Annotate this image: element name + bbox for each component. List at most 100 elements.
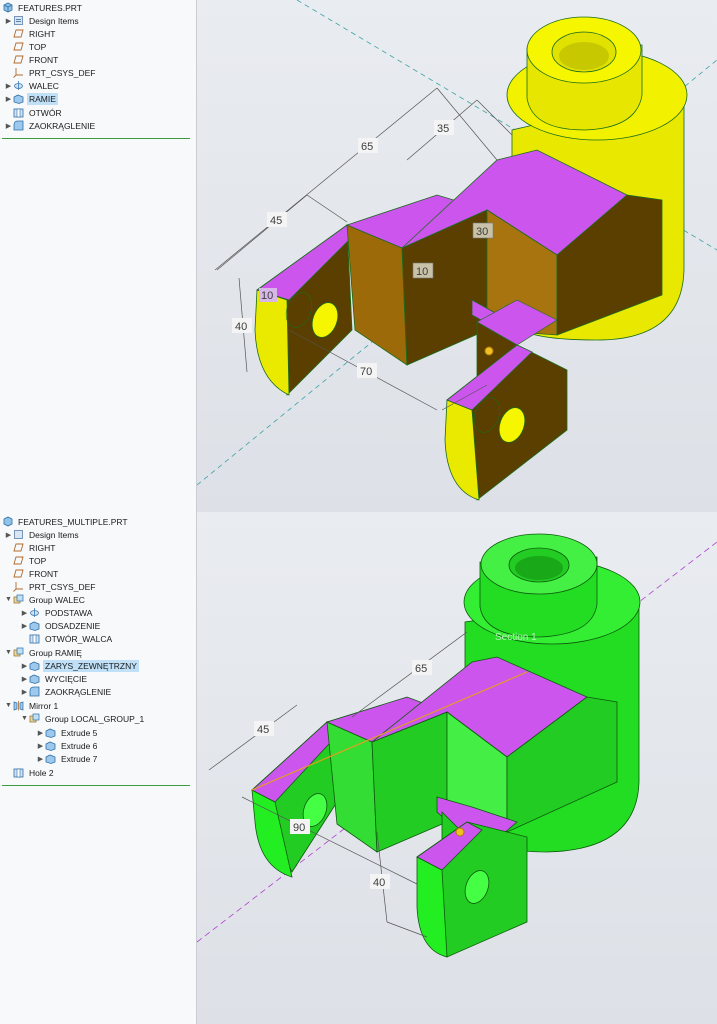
expand-arrow-icon[interactable]: ▶: [4, 119, 13, 132]
expand-arrow-icon[interactable]: ▶: [20, 606, 29, 619]
tree-item-top[interactable]: TOP: [13, 554, 48, 567]
tree-item-prt-csys-def[interactable]: PRT_CSYS_DEF: [13, 66, 97, 79]
tree-label: Extrude 7: [61, 753, 98, 764]
tree-root-features-prt[interactable]: FEATURES.PRT: [2, 1, 84, 14]
expand-arrow-icon[interactable]: ▶: [20, 672, 29, 685]
tree-label: PRT_CSYS_DEF: [29, 581, 96, 592]
dim-70[interactable]: 70: [357, 363, 377, 378]
revolve-icon: [13, 80, 24, 91]
tree-label: RIGHT: [29, 542, 56, 553]
extrude-icon: [13, 93, 24, 104]
tree-item-wyciecie[interactable]: ▶ WYCIĘCIE: [20, 672, 89, 685]
design-items-icon: [13, 529, 24, 540]
extrude-icon: [29, 620, 40, 631]
tree-label: FRONT: [29, 568, 59, 579]
expand-arrow-icon[interactable]: ▶: [36, 739, 45, 752]
svg-text:35: 35: [437, 123, 449, 135]
tree-label: RIGHT: [29, 28, 56, 39]
dim-40[interactable]: 40: [370, 874, 390, 889]
collapse-arrow-icon[interactable]: ▼: [20, 712, 29, 725]
tree-item-otwor-walca[interactable]: OTWÓR_WALCA: [29, 632, 114, 645]
expand-arrow-icon[interactable]: ▶: [20, 659, 29, 672]
dim-40[interactable]: 40: [232, 318, 252, 333]
dim-90[interactable]: 90: [290, 819, 310, 834]
tree-label: Extrude 5: [61, 727, 98, 738]
tree-item-hole-2[interactable]: Hole 2: [13, 766, 56, 779]
expand-arrow-icon[interactable]: ▶: [4, 92, 13, 105]
model-tree-top: FEATURES.PRT ▶ Design Items RIGHT TOP FR…: [0, 0, 197, 512]
tree-label: Group WALEC: [29, 594, 85, 605]
datum-plane-icon: [13, 542, 24, 553]
tree-item-group-ramie[interactable]: ▼ Group RAMIĘ: [4, 646, 84, 659]
tree-label: Group RAMIĘ: [29, 647, 82, 658]
dim-65[interactable]: 65: [358, 138, 378, 153]
model-tree-bottom: FEATURES_MULTIPLE.PRT ▶ Design Items RIG…: [0, 512, 197, 1024]
extrude-icon: [29, 660, 40, 671]
tree-insert-marker[interactable]: [2, 785, 190, 786]
tree-item-prt-csys-def[interactable]: PRT_CSYS_DEF: [13, 580, 97, 593]
tree-item-extrude-7[interactable]: ▶ Extrude 7: [36, 752, 99, 765]
dim-45[interactable]: 45: [254, 721, 274, 736]
dim-35[interactable]: 35: [434, 120, 454, 135]
tree-item-odsadzenie[interactable]: ▶ ODSADZENIE: [20, 619, 102, 632]
hole-icon: [29, 633, 40, 644]
collapse-arrow-icon[interactable]: ▼: [4, 593, 13, 606]
svg-text:45: 45: [257, 724, 269, 736]
tree-item-front[interactable]: FRONT: [13, 567, 60, 580]
tree-item-mirror-1[interactable]: ▼ Mirror 1: [4, 699, 60, 712]
tree-item-extrude-5[interactable]: ▶ Extrude 5: [36, 726, 99, 739]
tree-item-otwor[interactable]: OTWÓR: [13, 106, 64, 119]
revolve-icon: [29, 607, 40, 618]
collapse-arrow-icon[interactable]: ▼: [4, 699, 13, 712]
model-view-features[interactable]: 65 35 45 30 10 10 40 70: [197, 0, 717, 512]
group-icon: [13, 594, 24, 605]
dim-30[interactable]: 30: [472, 222, 494, 239]
tree-item-front[interactable]: FRONT: [13, 53, 60, 66]
tree-item-walec[interactable]: ▶ WALEC: [4, 79, 61, 92]
tree-item-podstawa[interactable]: ▶ PODSTAWA: [20, 606, 94, 619]
expand-arrow-icon[interactable]: ▶: [36, 726, 45, 739]
tree-label: TOP: [29, 555, 47, 566]
tree-root-label: FEATURES.PRT: [18, 2, 82, 13]
tree-label: ZAOKRĄGLENIE: [45, 686, 112, 697]
tree-item-zaokraglenie[interactable]: ▶ ZAOKRĄGLENIE: [20, 685, 113, 698]
tree-item-ramie[interactable]: ▶ RAMIE: [4, 92, 58, 105]
expand-arrow-icon[interactable]: ▶: [4, 528, 13, 541]
arm-body[interactable]: [251, 656, 618, 958]
expand-arrow-icon[interactable]: ▶: [20, 685, 29, 698]
dim-45[interactable]: 45: [267, 212, 287, 227]
tree-root-label: FEATURES_MULTIPLE.PRT: [18, 516, 128, 527]
tree-label: ZARYS_ZEWNĘTRZNY: [43, 659, 139, 672]
round-icon: [29, 686, 40, 697]
tree-item-design-items[interactable]: ▶ Design Items: [4, 14, 81, 27]
tree-item-group-local-group-1[interactable]: ▼ Group LOCAL_GROUP_1: [20, 712, 146, 725]
expand-arrow-icon[interactable]: ▶: [36, 752, 45, 765]
tree-root-features-multiple-prt[interactable]: FEATURES_MULTIPLE.PRT: [2, 515, 130, 528]
tree-item-design-items[interactable]: ▶ Design Items: [4, 528, 81, 541]
expand-arrow-icon[interactable]: ▶: [4, 79, 13, 92]
tree-item-right[interactable]: RIGHT: [13, 541, 57, 554]
tree-item-top[interactable]: TOP: [13, 40, 48, 53]
dim-65[interactable]: 65: [412, 660, 432, 675]
model-view-features-multiple[interactable]: Section 1 65 45 90 40: [197, 512, 717, 1024]
collapse-arrow-icon[interactable]: ▼: [4, 646, 13, 659]
datum-plane-icon: [13, 28, 24, 39]
expand-arrow-icon[interactable]: ▶: [4, 14, 13, 27]
tree-label: Mirror 1: [29, 700, 59, 711]
dim-10-a[interactable]: 10: [412, 262, 434, 279]
group-icon: [29, 713, 40, 724]
tree-item-extrude-6[interactable]: ▶ Extrude 6: [36, 739, 99, 752]
graphics-viewport-top[interactable]: 65 35 45 30 10 10 40 70: [197, 0, 717, 512]
graphics-viewport-bottom[interactable]: Section 1 65 45 90 40: [197, 512, 717, 1024]
tree-item-group-walec[interactable]: ▼ Group WALEC: [4, 593, 87, 606]
tree-item-zaokraglenie[interactable]: ▶ ZAOKRĄGLENIE: [4, 119, 97, 132]
dim-10-b[interactable]: 10: [259, 288, 277, 302]
tree-item-zarys-zewnetrzny[interactable]: ▶ ZARYS_ZEWNĘTRZNY: [20, 659, 139, 672]
extrude-icon: [45, 727, 56, 738]
tree-insert-marker[interactable]: [2, 138, 190, 139]
expand-arrow-icon[interactable]: ▶: [20, 619, 29, 632]
part-icon: [2, 2, 13, 13]
top-pane: FEATURES.PRT ▶ Design Items RIGHT TOP FR…: [0, 0, 717, 512]
tree-label: Group LOCAL_GROUP_1: [45, 713, 145, 724]
tree-item-right[interactable]: RIGHT: [13, 27, 57, 40]
